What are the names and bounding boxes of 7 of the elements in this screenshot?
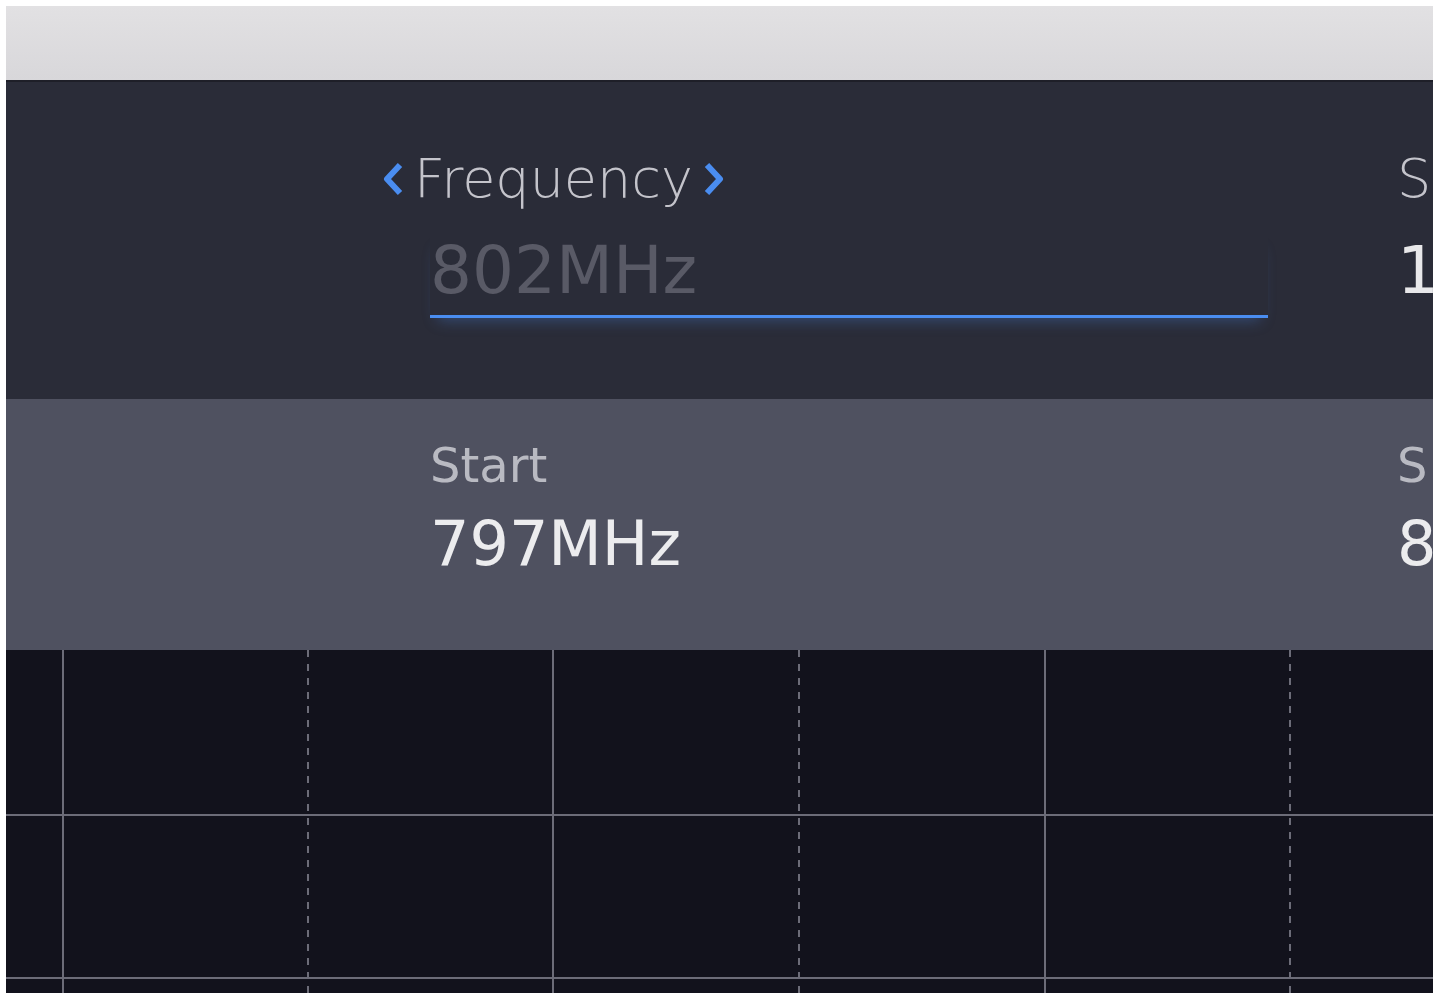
parameter-label: Frequency xyxy=(414,145,693,212)
range-value: 8 xyxy=(1397,505,1433,582)
parameter-label: S xyxy=(1397,145,1433,212)
range-value: 797MHz xyxy=(430,505,682,582)
parameter-value: 1 xyxy=(1397,231,1433,309)
range-label: Start xyxy=(430,435,549,495)
range-label: S xyxy=(1397,435,1429,495)
